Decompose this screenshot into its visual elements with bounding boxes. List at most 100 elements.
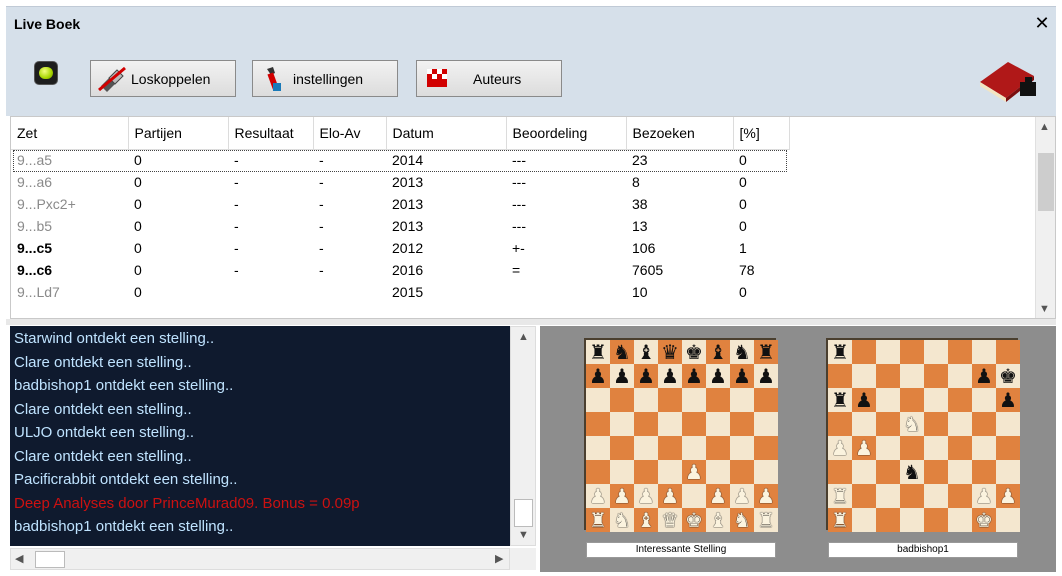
- board-square[interactable]: [852, 484, 876, 508]
- board-square[interactable]: [658, 412, 682, 436]
- board-square[interactable]: [706, 436, 730, 460]
- board-square[interactable]: [852, 460, 876, 484]
- board-square[interactable]: [828, 364, 852, 388]
- board-square[interactable]: [900, 388, 924, 412]
- board-square[interactable]: ♟: [682, 460, 706, 484]
- table-row[interactable]: 9...Ld7 0 2015 10 0: [11, 281, 789, 303]
- board-square[interactable]: [730, 412, 754, 436]
- board-square[interactable]: [852, 508, 876, 532]
- scroll-right-icon[interactable]: ▶: [495, 552, 503, 565]
- board-square[interactable]: ♟: [996, 388, 1020, 412]
- board-square[interactable]: ♟: [658, 364, 682, 388]
- board-square[interactable]: [852, 364, 876, 388]
- board-square[interactable]: ♟: [852, 436, 876, 460]
- close-icon[interactable]: ✕: [1032, 13, 1052, 33]
- status-led-icon[interactable]: [34, 61, 58, 85]
- board-square[interactable]: ♟: [996, 484, 1020, 508]
- board-square[interactable]: [948, 508, 972, 532]
- board-square[interactable]: [924, 436, 948, 460]
- board-square[interactable]: ♟: [610, 484, 634, 508]
- board-square[interactable]: ♚: [682, 340, 706, 364]
- board-square[interactable]: ♝: [706, 340, 730, 364]
- board-square[interactable]: [900, 364, 924, 388]
- table-row[interactable]: 9...c6 0 - - 2016 = 7605 78: [11, 259, 789, 281]
- board-square[interactable]: [876, 436, 900, 460]
- board-square[interactable]: [754, 388, 778, 412]
- board-square[interactable]: [828, 412, 852, 436]
- board-square[interactable]: [610, 436, 634, 460]
- board-square[interactable]: [996, 436, 1020, 460]
- board-square[interactable]: [634, 436, 658, 460]
- settings-button[interactable]: instellingen: [252, 60, 398, 97]
- board-square[interactable]: [876, 508, 900, 532]
- board-square[interactable]: [682, 436, 706, 460]
- board-square[interactable]: [658, 388, 682, 412]
- board-square[interactable]: [730, 436, 754, 460]
- board-square[interactable]: [658, 436, 682, 460]
- board-square[interactable]: ♞: [730, 340, 754, 364]
- board-square[interactable]: [682, 484, 706, 508]
- board-square[interactable]: [852, 412, 876, 436]
- table-row[interactable]: 9...Pxc2+ 0 - - 2013 --- 38 0: [11, 193, 789, 215]
- board-square[interactable]: [706, 412, 730, 436]
- board-square[interactable]: [876, 364, 900, 388]
- board-square[interactable]: ♟: [682, 364, 706, 388]
- board-square[interactable]: ♟: [658, 484, 682, 508]
- log-hscroll-thumb[interactable]: [35, 551, 65, 568]
- board-square[interactable]: [948, 364, 972, 388]
- board-square[interactable]: ♟: [828, 436, 852, 460]
- board-square[interactable]: [924, 412, 948, 436]
- board-square[interactable]: [634, 412, 658, 436]
- column-header[interactable]: Elo-Av: [313, 117, 387, 150]
- board-square[interactable]: ♚: [972, 508, 996, 532]
- board-square[interactable]: ♟: [706, 484, 730, 508]
- board-square[interactable]: [948, 460, 972, 484]
- board-square[interactable]: ♜: [754, 340, 778, 364]
- board-square[interactable]: [586, 412, 610, 436]
- board-square[interactable]: [900, 340, 924, 364]
- board-square[interactable]: [996, 460, 1020, 484]
- column-header[interactable]: [%]: [733, 117, 790, 150]
- board-square[interactable]: ♟: [586, 364, 610, 388]
- board-square[interactable]: [900, 484, 924, 508]
- board-square[interactable]: [972, 340, 996, 364]
- column-header[interactable]: Partijen: [128, 117, 229, 150]
- column-header[interactable]: Beoordeling: [506, 117, 627, 150]
- board-square[interactable]: [900, 436, 924, 460]
- board-square[interactable]: ♚: [682, 508, 706, 532]
- board-square[interactable]: ♟: [634, 484, 658, 508]
- table-row[interactable]: 9...a5 0 - - 2014 --- 23 0: [11, 149, 789, 171]
- board-square[interactable]: ♟: [730, 364, 754, 388]
- board-square[interactable]: [924, 340, 948, 364]
- board-square[interactable]: ♜: [828, 484, 852, 508]
- board-square[interactable]: ♝: [706, 508, 730, 532]
- board-square[interactable]: ♟: [730, 484, 754, 508]
- board-square[interactable]: ♜: [754, 508, 778, 532]
- board-square[interactable]: [754, 412, 778, 436]
- table-row[interactable]: 9...a6 0 - - 2013 --- 8 0: [11, 171, 789, 193]
- column-header[interactable]: Resultaat: [228, 117, 314, 150]
- board-square[interactable]: ♟: [754, 484, 778, 508]
- board-square[interactable]: [924, 460, 948, 484]
- board-square[interactable]: ♜: [828, 508, 852, 532]
- board-square[interactable]: ♟: [634, 364, 658, 388]
- board-square[interactable]: ♜: [828, 388, 852, 412]
- board-square[interactable]: [972, 436, 996, 460]
- board-square[interactable]: [996, 340, 1020, 364]
- board-square[interactable]: ♜: [828, 340, 852, 364]
- board-square[interactable]: ♟: [610, 364, 634, 388]
- board-square[interactable]: [972, 388, 996, 412]
- board-square[interactable]: [586, 460, 610, 484]
- board-square[interactable]: ♜: [586, 340, 610, 364]
- board-square[interactable]: [996, 508, 1020, 532]
- board-square[interactable]: [876, 340, 900, 364]
- board-square[interactable]: [610, 412, 634, 436]
- board-badbishop1[interactable]: ♜ ♟ ♚ ♜ ♟ ♟ ♞ ♟ ♟ ♞ ♜ ♟ ♟ ♜ ♚: [826, 338, 1020, 532]
- table-scrollbar[interactable]: ▲ ▼: [1035, 117, 1055, 318]
- board-square[interactable]: [924, 484, 948, 508]
- board-square[interactable]: ♟: [852, 388, 876, 412]
- board-square[interactable]: [924, 508, 948, 532]
- board-square[interactable]: [972, 412, 996, 436]
- board-square[interactable]: [754, 460, 778, 484]
- board-interesting-position[interactable]: ♜ ♞ ♝ ♛ ♚ ♝ ♞ ♜ ♟ ♟ ♟ ♟ ♟ ♟ ♟ ♟ ♟ ♟ ♟ ♟ ♟ ♟ ♟ ♟ ♜ ♞ ♝ ♛ ♚ ♝ ♞ ♜: [584, 338, 778, 532]
